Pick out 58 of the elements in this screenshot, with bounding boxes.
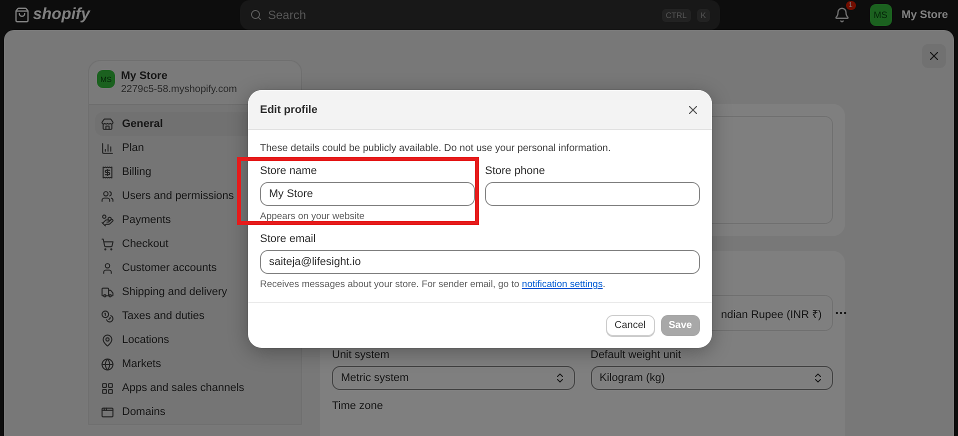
sidebar-label: Apps and sales channels bbox=[122, 382, 244, 394]
sidebar-label: Checkout bbox=[122, 238, 168, 250]
field-label: Default weight unit bbox=[590, 349, 682, 361]
menu-icon bbox=[101, 334, 114, 346]
sidebar-label: Users and permissions bbox=[122, 190, 234, 202]
sidebar-label: Shipping and delivery bbox=[122, 286, 228, 298]
field-label: Store name bbox=[260, 165, 318, 177]
menu-icon bbox=[101, 238, 114, 250]
field-label: Time zone bbox=[332, 400, 384, 412]
menu-icon bbox=[101, 214, 114, 226]
bag-icon bbox=[14, 7, 30, 23]
store-name[interactable]: My Store bbox=[902, 9, 948, 21]
store-avatar[interactable]: MS bbox=[870, 4, 892, 26]
notice-text: These details could be publicly available. Do not use your personal information. bbox=[260, 143, 612, 154]
menu-icon bbox=[101, 142, 114, 154]
menu-icon bbox=[101, 262, 114, 274]
logo: shopify bbox=[33, 6, 90, 24]
select-field[interactable]: Kilogram (kg) bbox=[590, 366, 833, 390]
sidebar-label: Markets bbox=[122, 358, 162, 370]
field-label: Store email bbox=[260, 233, 317, 245]
menu-icon bbox=[101, 406, 114, 418]
close-button[interactable] bbox=[922, 44, 946, 68]
sidebar-item[interactable]: Taxes and duties bbox=[95, 304, 295, 328]
select-field[interactable]: Metric system bbox=[332, 366, 574, 390]
sidebar-label: Domains bbox=[122, 406, 166, 418]
menu-icon bbox=[101, 166, 114, 178]
sidebar-label: Payments bbox=[122, 214, 171, 226]
menu-icon bbox=[101, 358, 114, 370]
store-name: My Store bbox=[121, 70, 168, 82]
menu-icon bbox=[101, 190, 114, 202]
input-field[interactable] bbox=[485, 182, 700, 206]
help-text: Receives messages about your store. For sender email, go to notification settings. bbox=[260, 279, 606, 290]
sidebar-item[interactable]: Locations bbox=[95, 328, 295, 352]
menu-icon bbox=[101, 382, 114, 394]
sidebar-label: Plan bbox=[122, 142, 144, 154]
help-text: Appears on your website bbox=[260, 211, 366, 222]
close-icon bbox=[927, 49, 941, 63]
sidebar-label: Billing bbox=[122, 166, 152, 178]
currency-label: ndian Rupee (INR ₹) bbox=[721, 308, 822, 320]
settings-link[interactable]: notification settings bbox=[522, 279, 603, 290]
cancel-button[interactable]: Cancel bbox=[606, 315, 655, 336]
input-field[interactable]: saiteja@lifesight.io bbox=[260, 250, 700, 274]
sidebar-label: Customer accounts bbox=[122, 262, 217, 274]
menu-icon bbox=[101, 286, 114, 298]
chevron-icon bbox=[812, 372, 824, 384]
sidebar-item[interactable]: Domains bbox=[95, 400, 295, 424]
bell-icon bbox=[834, 7, 850, 23]
sidebar-label: General bbox=[122, 118, 163, 130]
field-label: Store phone bbox=[485, 165, 546, 177]
sidebar-item[interactable]: Markets bbox=[95, 352, 295, 376]
store-domain: 2279c5-58.myshopify.com bbox=[121, 84, 237, 95]
menu-icon bbox=[101, 118, 114, 130]
sidebar-item[interactable]: Apps and sales channels bbox=[95, 376, 295, 400]
search-icon bbox=[250, 9, 262, 21]
sidebar-label: Locations bbox=[122, 334, 170, 346]
sidebar-label: Taxes and duties bbox=[122, 310, 205, 322]
field-label: Unit system bbox=[332, 349, 390, 361]
menu-icon bbox=[101, 310, 114, 322]
